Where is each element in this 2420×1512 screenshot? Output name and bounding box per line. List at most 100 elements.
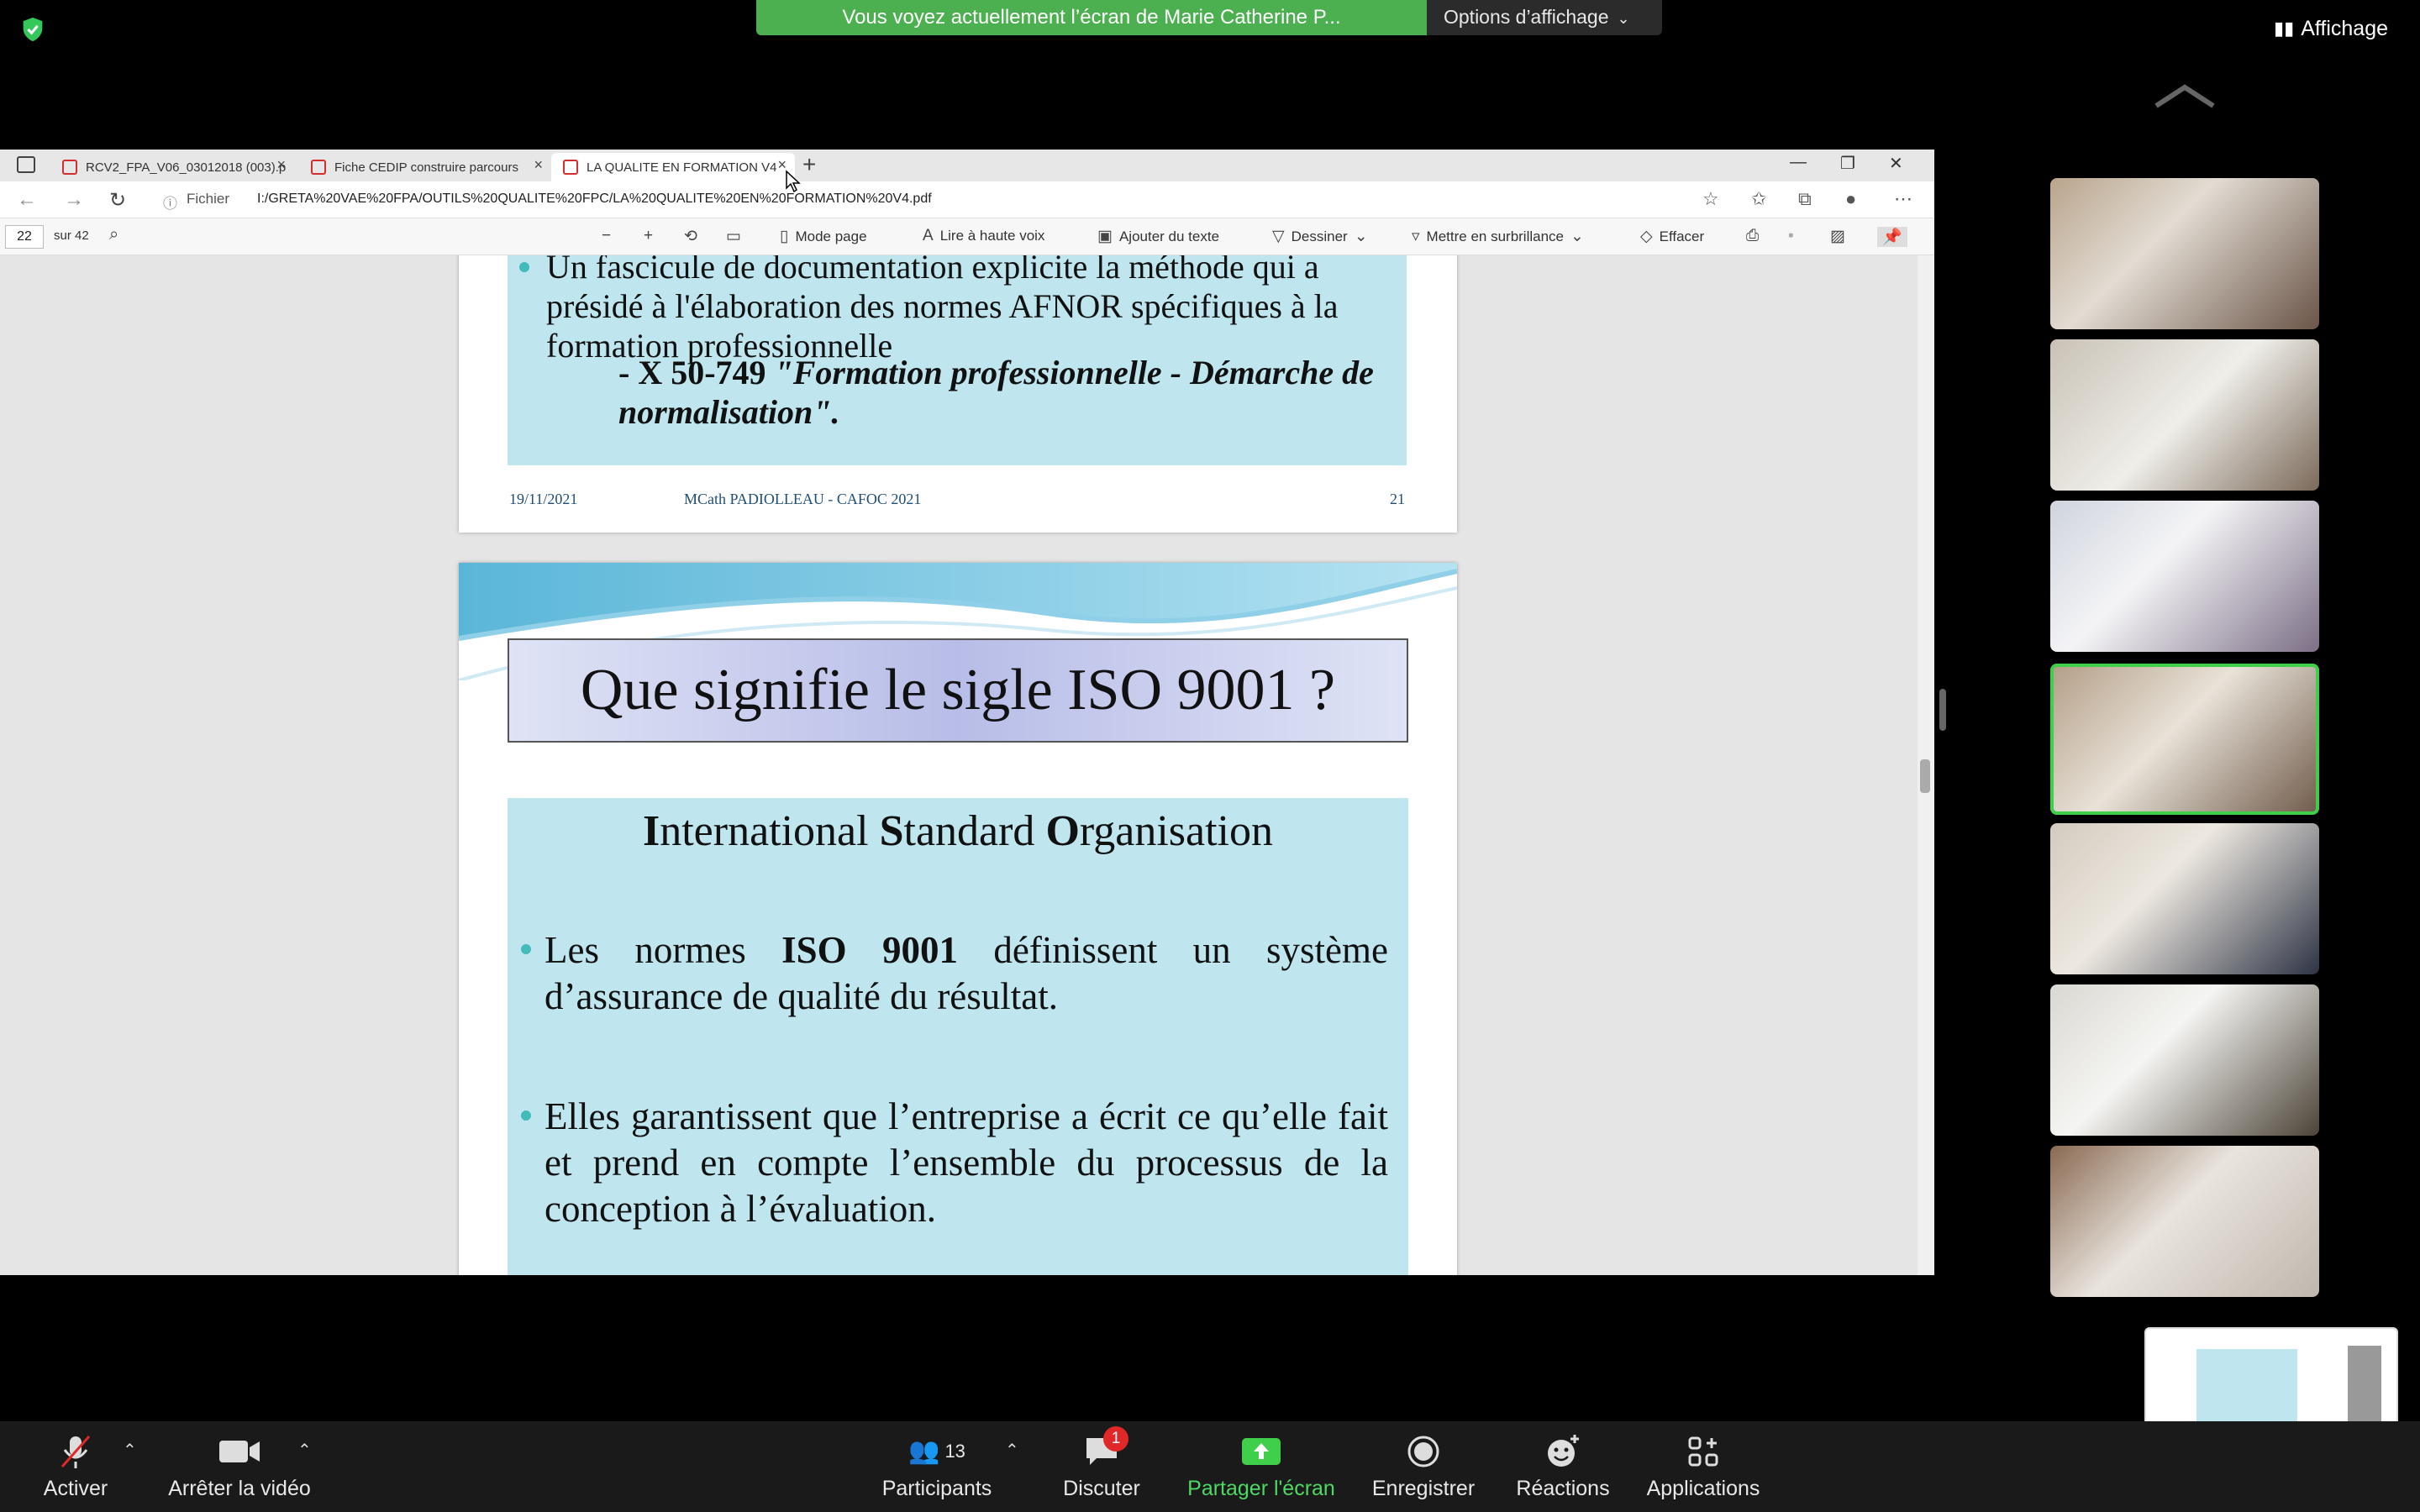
norm-code: - X 50-749	[618, 354, 775, 391]
address-bar: ← → ↻ ⓘ Fichier I:/GRETA%20VAE%20FPA/OUT…	[0, 181, 1934, 218]
close-icon[interactable]: ×	[276, 156, 286, 174]
back-icon[interactable]: ←	[17, 188, 37, 212]
print-icon[interactable]: ⎙	[1746, 227, 1759, 245]
chat-button[interactable]: 1 Discuter	[1055, 1421, 1148, 1512]
chevron-down-icon: ⌄	[1617, 10, 1630, 27]
add-text-button[interactable]: ▣ Ajouter du texte	[1097, 227, 1219, 246]
slide-title: Que signifie le sigle ISO 9001 ?	[508, 638, 1408, 743]
chevron-up-icon[interactable]: ⌃	[123, 1440, 137, 1461]
chat-label: Discuter	[1063, 1476, 1140, 1500]
apps-button[interactable]: Applications	[1640, 1421, 1766, 1512]
participant-video-5[interactable]	[2050, 823, 2319, 974]
participant-video-6[interactable]	[2050, 984, 2319, 1136]
url-field[interactable]: I:/GRETA%20VAE%20FPA/OUTILS%20QUALITE%20…	[257, 192, 932, 207]
screen-share-banner: Vous voyez actuellement l’écran de Marie…	[756, 0, 1427, 35]
pdf-toolbar: 22 sur 42 ⌕ − + ⟲ ▭ ▯ Mode page A Lire à h…	[0, 218, 1934, 255]
save-icon[interactable]: ▪	[1788, 227, 1794, 245]
rotate-icon[interactable]: ⟲	[684, 227, 697, 246]
erase-button[interactable]: ◇ Effacer	[1640, 227, 1704, 246]
page-total: sur 42	[54, 228, 89, 243]
participant-video-4[interactable]	[2050, 664, 2319, 815]
reactions-button[interactable]: Réactions	[1512, 1421, 1613, 1512]
chevron-down-icon: ⌄	[1570, 228, 1584, 245]
participant-video-3[interactable]	[2050, 501, 2319, 652]
apps-label: Applications	[1646, 1476, 1760, 1500]
stop-video-button[interactable]: Arrêter la vidéo	[160, 1421, 319, 1512]
unmute-label: Activer	[43, 1476, 108, 1500]
tab-la-qualite[interactable]: LA QUALITE EN FORMATION V4 ×	[551, 153, 795, 181]
view-label: Affichage	[2301, 16, 2389, 40]
close-window-icon[interactable]: ✕	[1889, 153, 1903, 174]
security-shield-icon[interactable]	[18, 15, 47, 44]
favorite-star-icon[interactable]: ☆	[1702, 188, 1719, 210]
participants-label: Participants	[881, 1476, 992, 1500]
eraser-icon: ◇	[1640, 228, 1653, 245]
read-aloud-button[interactable]: A Lire à haute voix	[923, 227, 1044, 245]
tab-rcv2[interactable]: RCV2_FPA_V06_03012018 (003).p ×	[50, 153, 294, 181]
record-button[interactable]: Enregistrer	[1372, 1421, 1475, 1512]
collections-icon[interactable]: ⧉	[1798, 188, 1812, 210]
forward-icon[interactable]: →	[64, 188, 84, 212]
slide-subtitle: International Standard Organisation	[642, 807, 1274, 855]
pin-toolbar-icon[interactable]: 📌	[1877, 227, 1907, 247]
participants-icon: 👥	[908, 1437, 940, 1465]
reactions-label: Réactions	[1516, 1476, 1610, 1500]
participant-video-2[interactable]	[2050, 339, 2319, 491]
pdf-page-21: Un fascicule de documentation explicite …	[459, 255, 1457, 533]
new-tab-button[interactable]: +	[802, 151, 816, 178]
pdf-icon	[311, 160, 326, 175]
add-text-label: Ajouter du texte	[1118, 228, 1220, 244]
panel-resize-handle[interactable]	[1939, 689, 1946, 731]
tab-fiche-cedip[interactable]: Fiche CEDIP construire parcours ×	[299, 153, 551, 181]
tab-actions-icon[interactable]	[17, 156, 35, 173]
more-menu-icon[interactable]: ⋯	[1894, 188, 1912, 210]
profile-avatar-icon[interactable]: ●	[1845, 188, 1856, 210]
view-button[interactable]: ▮▮ Affichage	[2274, 12, 2388, 45]
chevron-up-icon[interactable]: ⌃	[1005, 1440, 1019, 1461]
page-mode-button[interactable]: ▯ Mode page	[780, 227, 867, 246]
zoom-in-icon[interactable]: +	[644, 227, 653, 245]
view-options-button[interactable]: Options d’affichage ⌄	[1427, 0, 1662, 35]
page-number-input[interactable]: 22	[5, 225, 44, 249]
zoom-out-icon[interactable]: −	[602, 227, 611, 245]
slide-norm-reference: - X 50-749 "Formation professionnelle - …	[618, 353, 1408, 432]
vertical-scrollbar[interactable]	[1918, 255, 1934, 1275]
save-as-icon[interactable]: ▨	[1830, 227, 1845, 246]
page-mode-label: Mode page	[795, 228, 867, 244]
pdf-icon	[563, 160, 578, 175]
browser-window: RCV2_FPA_V06_03012018 (003).p × Fiche CED…	[0, 150, 1934, 1275]
pdf-page-22: Que signifie le sigle ISO 9001 ? Interna…	[459, 563, 1457, 1275]
scrollbar-thumb[interactable]	[1920, 759, 1930, 793]
footer-author: MCath PADIOLLEAU - CAFOC 2021	[684, 491, 922, 507]
erase-label: Effacer	[1659, 228, 1705, 244]
search-icon[interactable]: ⌕	[109, 225, 118, 244]
share-screen-button[interactable]: Partager l'écran	[1173, 1421, 1349, 1512]
highlighter-icon: ▿	[1412, 228, 1420, 245]
participant-video-7[interactable]	[2050, 1146, 2319, 1297]
reload-icon[interactable]: ↻	[109, 188, 126, 213]
chevron-up-icon[interactable]	[2151, 81, 2218, 111]
participant-video-1[interactable]	[2050, 178, 2319, 329]
view-options-label: Options d’affichage	[1444, 6, 1609, 28]
tab-label: LA QUALITE EN FORMATION V4	[587, 160, 777, 175]
close-icon[interactable]: ×	[534, 156, 543, 174]
info-icon[interactable]: ⓘ	[163, 192, 177, 213]
restore-icon[interactable]: ❐	[1840, 153, 1855, 174]
participants-button[interactable]: 👥 13 Participants	[874, 1421, 1000, 1512]
chevron-down-icon: ⌄	[1354, 228, 1368, 245]
draw-label: Dessiner	[1291, 228, 1348, 244]
unmute-button[interactable]: Activer	[25, 1421, 126, 1512]
slide-content-box: International Standard Organisation Les …	[508, 798, 1408, 1275]
draw-button[interactable]: ▽ Dessiner ⌄	[1272, 227, 1368, 246]
pdf-viewer[interactable]: Un fascicule de documentation explicite …	[0, 255, 1934, 1275]
read-aloud-icon: A	[923, 227, 934, 244]
stop-video-label: Arrêter la vidéo	[168, 1476, 311, 1500]
pdf-icon	[62, 160, 77, 175]
minimize-icon[interactable]: —	[1790, 153, 1807, 174]
chevron-up-icon[interactable]: ⌃	[297, 1440, 312, 1461]
highlight-button[interactable]: ▿ Mettre en surbrillance ⌄	[1412, 227, 1584, 246]
fit-page-icon[interactable]: ▭	[726, 227, 741, 246]
footer-page-number: 21	[1390, 491, 1405, 507]
share-screen-icon	[1242, 1437, 1281, 1465]
favorites-icon[interactable]: ✩	[1751, 188, 1766, 210]
